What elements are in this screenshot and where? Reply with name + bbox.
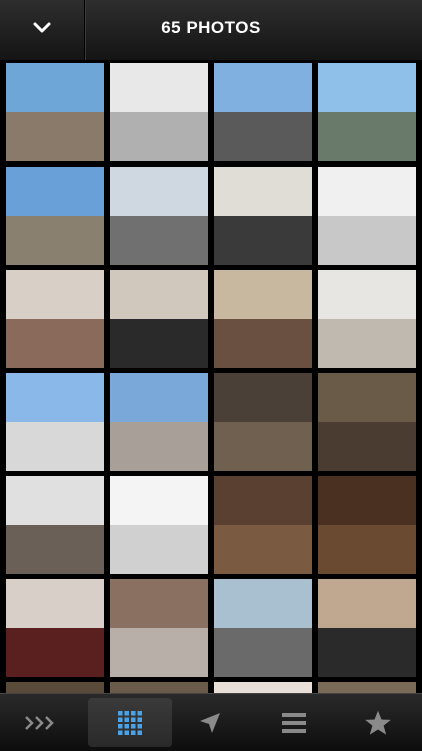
photo-thumbnail[interactable] — [6, 476, 104, 574]
tab-grid[interactable] — [88, 698, 172, 747]
top-bar: 65 PHOTOS — [0, 0, 422, 61]
photo-thumbnail[interactable] — [110, 682, 208, 693]
photo-thumbnail[interactable] — [110, 476, 208, 574]
photo-thumbnail[interactable] — [6, 63, 104, 161]
photo-thumbnail[interactable] — [110, 373, 208, 471]
grid-icon — [118, 710, 142, 735]
photo-thumbnail[interactable] — [214, 63, 312, 161]
photo-thumbnail[interactable] — [110, 63, 208, 161]
list-icon — [282, 712, 306, 733]
star-icon — [365, 710, 391, 735]
photo-thumbnail[interactable] — [318, 270, 416, 368]
tab-bar — [0, 693, 422, 751]
photo-thumbnail[interactable] — [6, 270, 104, 368]
photo-thumbnail[interactable] — [110, 270, 208, 368]
tab-slideshow[interactable] — [0, 694, 84, 751]
photo-thumbnail[interactable] — [318, 373, 416, 471]
location-arrow-icon — [200, 712, 220, 733]
chevrons-right-icon — [25, 715, 54, 730]
photo-thumbnail[interactable] — [318, 476, 416, 574]
photo-thumbnail[interactable] — [318, 682, 416, 693]
photo-thumbnail[interactable] — [6, 682, 104, 693]
photo-thumbnail[interactable] — [6, 167, 104, 265]
photo-thumbnail[interactable] — [214, 476, 312, 574]
photo-thumbnail[interactable] — [110, 579, 208, 677]
tab-map[interactable] — [168, 694, 252, 751]
photo-thumbnail[interactable] — [6, 579, 104, 677]
photo-grid — [0, 61, 422, 693]
tab-list[interactable] — [252, 694, 336, 751]
photo-thumbnail[interactable] — [214, 682, 312, 693]
photo-thumbnail[interactable] — [318, 579, 416, 677]
photo-thumbnail[interactable] — [214, 270, 312, 368]
photo-thumbnail[interactable] — [214, 373, 312, 471]
photo-thumbnail[interactable] — [6, 373, 104, 471]
photo-thumbnail[interactable] — [110, 167, 208, 265]
tab-favorites[interactable] — [336, 694, 420, 751]
photo-thumbnail[interactable] — [214, 579, 312, 677]
photo-thumbnail[interactable] — [214, 167, 312, 265]
photo-thumbnail[interactable] — [318, 167, 416, 265]
photo-thumbnail[interactable] — [318, 63, 416, 161]
page-title: 65 PHOTOS — [161, 18, 261, 37]
